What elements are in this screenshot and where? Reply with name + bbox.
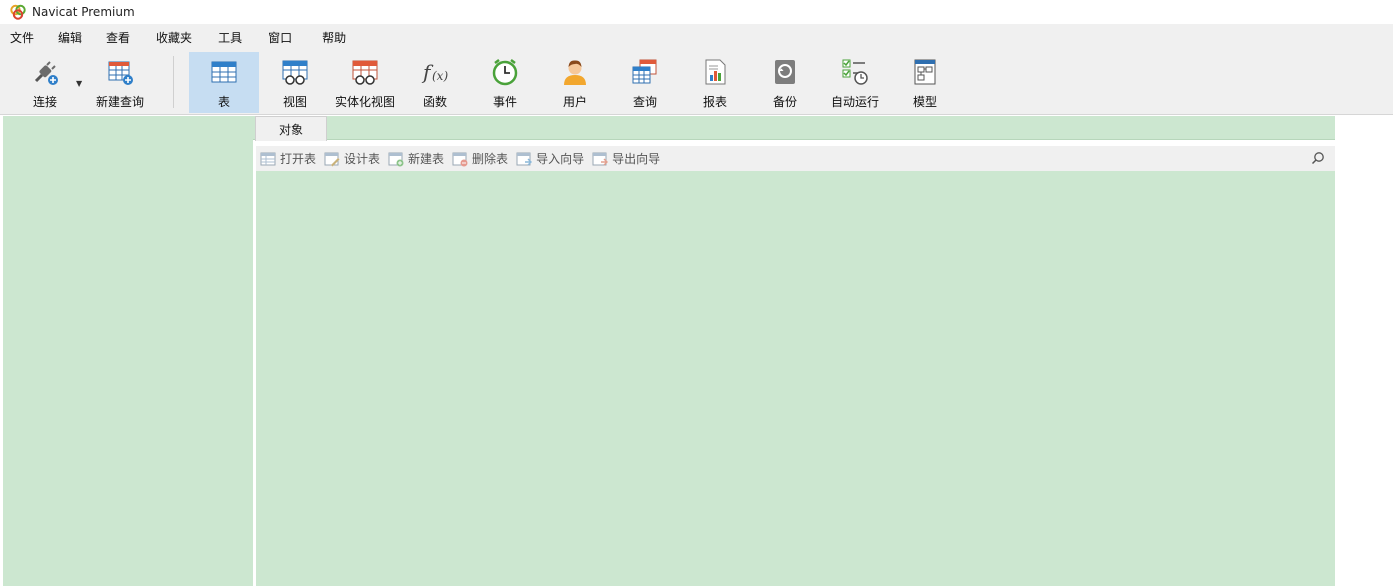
view-button[interactable]: 视图 (260, 52, 330, 113)
model-icon (910, 57, 940, 87)
new-table-label: 新建表 (408, 152, 445, 166)
model-button[interactable]: 模型 (890, 52, 960, 113)
tab-strip: 对象 (253, 116, 1335, 141)
open-table-icon (260, 152, 276, 165)
menu-view[interactable]: 查看 (96, 29, 130, 46)
toolbar-separator (173, 56, 174, 108)
backup-icon (770, 57, 800, 87)
design-table-label: 设计表 (344, 152, 381, 166)
object-toolbar: 打开表 设计表 新建表 删除表 导入向导 导出向导 (256, 146, 1335, 171)
main-toolbar: 连接 ▼ 新建查询 表 视图 实体化视图 f (x) 函数 事件 用户 查询 报… (0, 50, 1393, 115)
new-table-button[interactable]: 新建表 (388, 150, 444, 167)
delete-table-label: 删除表 (472, 152, 509, 166)
new-table-icon (388, 152, 404, 166)
table-button[interactable]: 表 (189, 52, 259, 113)
open-table-label: 打开表 (280, 152, 317, 166)
automation-button[interactable]: 自动运行 (820, 52, 890, 113)
materialized-view-icon (350, 57, 380, 87)
model-label: 模型 (912, 95, 937, 109)
delete-table-icon (452, 152, 468, 166)
window-title: Navicat Premium (32, 5, 135, 19)
report-button[interactable]: 报表 (680, 52, 750, 113)
object-panel: 对象 打开表 设计表 新建表 删除表 导入向导 导出向导 (253, 116, 1335, 586)
event-button[interactable]: 事件 (470, 52, 540, 113)
search-icon[interactable] (1311, 151, 1325, 165)
design-table-icon (324, 152, 340, 166)
table-label: 表 (217, 95, 230, 109)
svg-text:(x): (x) (432, 69, 448, 83)
delete-table-button[interactable]: 删除表 (452, 150, 508, 167)
connect-button[interactable]: 连接 (22, 52, 68, 113)
view-label: 视图 (282, 95, 307, 109)
new-query-label: 新建查询 (95, 95, 144, 109)
tab-objects[interactable]: 对象 (255, 116, 327, 141)
export-wizard-icon (592, 152, 609, 165)
import-wizard-button[interactable]: 导入向导 (516, 150, 584, 167)
event-label: 事件 (492, 95, 517, 109)
backup-label: 备份 (772, 95, 797, 109)
alarm-clock-icon (490, 57, 520, 87)
query-label: 查询 (632, 95, 657, 109)
import-wizard-icon (516, 152, 533, 165)
export-wizard-label: 导出向导 (612, 152, 661, 166)
menu-tools[interactable]: 工具 (208, 29, 242, 46)
object-list-area[interactable] (256, 171, 1335, 586)
connect-dropdown-arrow-icon[interactable]: ▼ (76, 79, 82, 88)
tab-objects-label: 对象 (278, 122, 303, 137)
user-button[interactable]: 用户 (540, 52, 610, 113)
open-table-button[interactable]: 打开表 (260, 150, 316, 167)
new-query-button[interactable]: 新建查询 (92, 52, 148, 113)
view-icon (280, 57, 310, 87)
menu-window[interactable]: 窗口 (258, 29, 292, 46)
report-icon (700, 57, 730, 87)
design-table-button[interactable]: 设计表 (324, 150, 380, 167)
connection-tree-panel[interactable] (3, 116, 253, 586)
backup-button[interactable]: 备份 (750, 52, 820, 113)
report-label: 报表 (702, 95, 727, 109)
user-label: 用户 (562, 95, 587, 109)
import-wizard-label: 导入向导 (536, 152, 585, 166)
new-query-icon (105, 57, 135, 87)
navicat-logo-icon (10, 4, 26, 20)
function-label: 函数 (422, 95, 447, 109)
automation-label: 自动运行 (830, 95, 879, 109)
menu-edit[interactable]: 编辑 (48, 29, 82, 46)
function-icon: f (x) (420, 57, 450, 87)
automation-icon (840, 57, 870, 87)
menu-favorites[interactable]: 收藏夹 (146, 29, 192, 46)
table-icon (209, 57, 239, 87)
function-button[interactable]: f (x) 函数 (400, 52, 470, 113)
title-bar: Navicat Premium (0, 0, 1393, 24)
user-icon (560, 57, 590, 87)
connect-label: 连接 (32, 95, 57, 109)
export-wizard-button[interactable]: 导出向导 (592, 150, 660, 167)
menu-help[interactable]: 帮助 (312, 29, 346, 46)
menu-file[interactable]: 文件 (0, 29, 34, 46)
plug-icon (30, 57, 60, 87)
menu-bar: 文件 编辑 查看 收藏夹 工具 窗口 帮助 (0, 24, 1393, 50)
materialized-view-button[interactable]: 实体化视图 (330, 52, 400, 113)
query-icon (630, 57, 660, 87)
query-button[interactable]: 查询 (610, 52, 680, 113)
materialized-view-label: 实体化视图 (334, 95, 395, 109)
